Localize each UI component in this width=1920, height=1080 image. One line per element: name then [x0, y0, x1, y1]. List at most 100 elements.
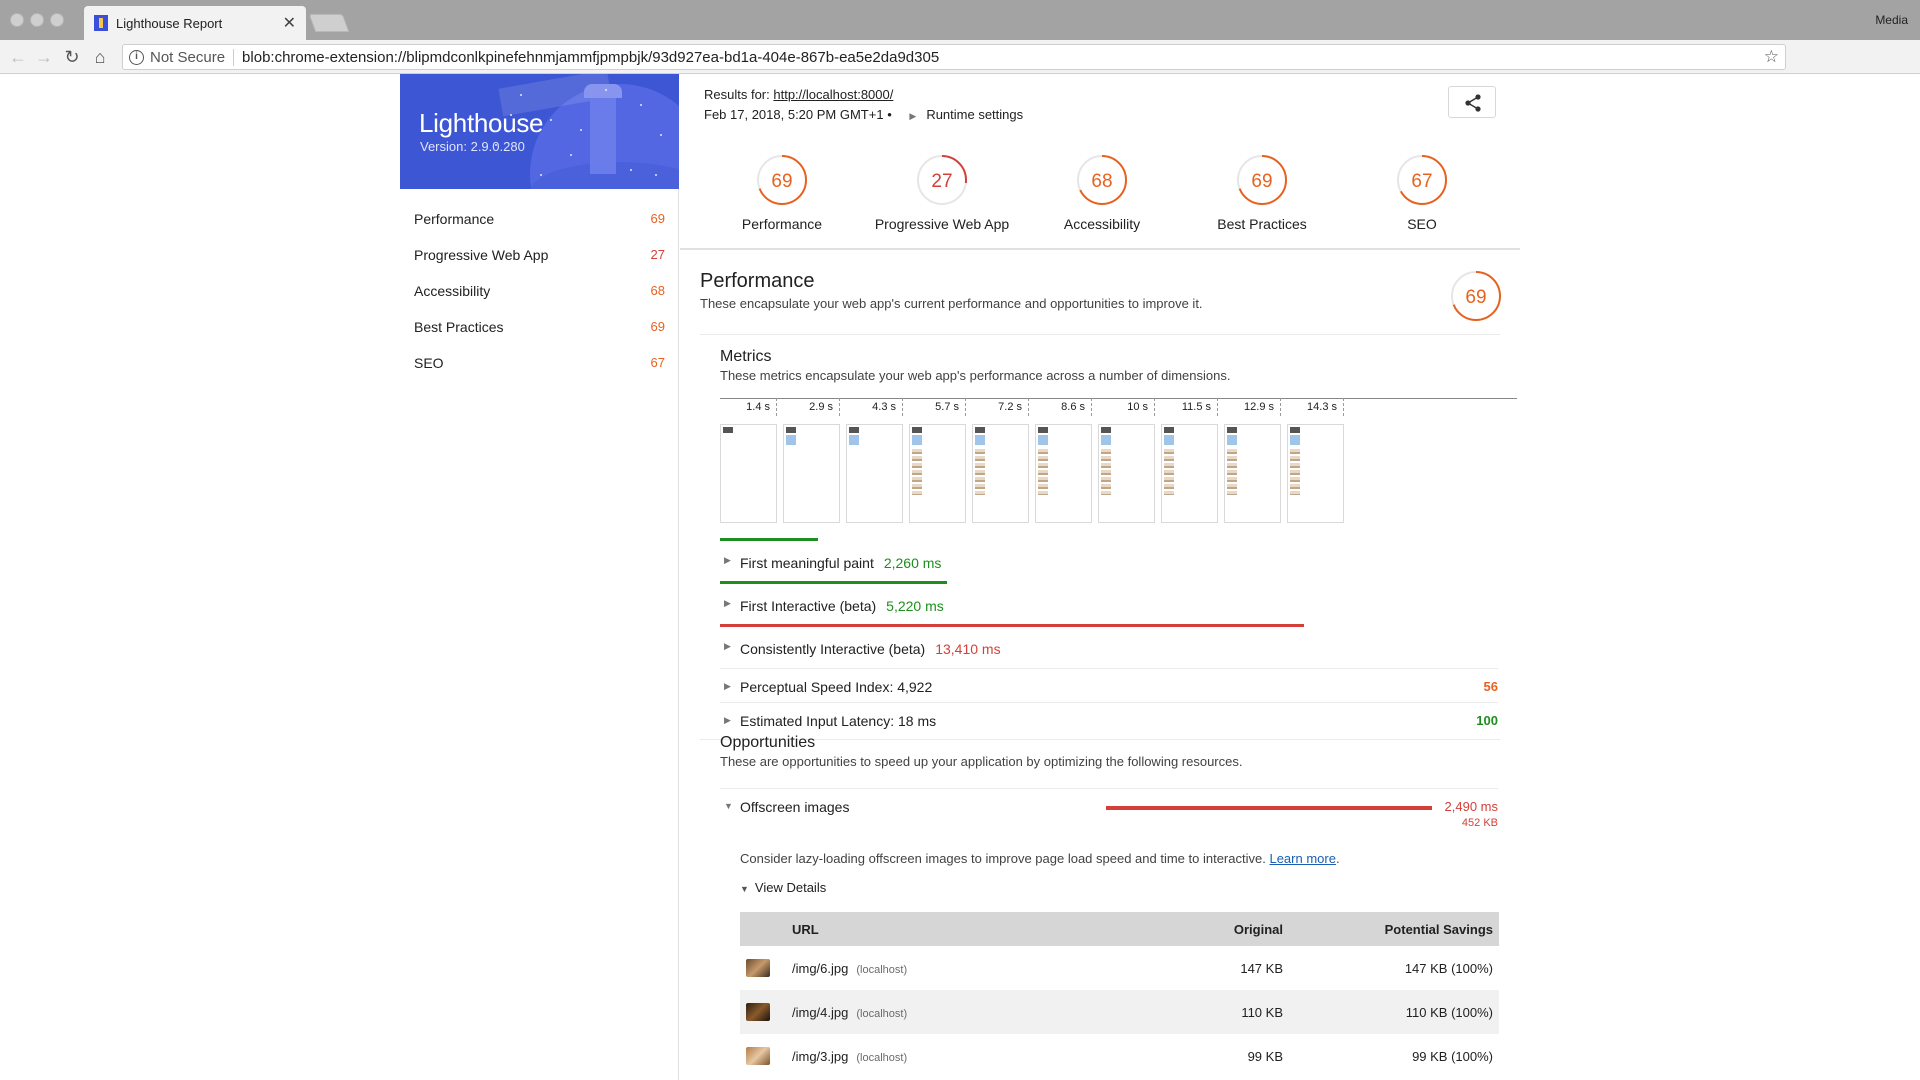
metric-label: Perceptual Speed Index: 4,922	[740, 679, 933, 695]
score-gauge-icon: 68	[1077, 155, 1127, 205]
bookmark-star-icon[interactable]: ☆	[1764, 47, 1779, 67]
nav-item-label: Progressive Web App	[414, 247, 549, 263]
score-gauge-icon: 69	[757, 155, 807, 205]
gauge-performance[interactable]: 69 Performance	[702, 152, 862, 232]
row-url[interactable]: /img/4.jpg	[792, 1005, 848, 1020]
nav-item-label: SEO	[414, 355, 444, 371]
browser-toolbar: ← → ↻ ⌂ i Not Secure blob:chrome-extensi…	[0, 40, 1920, 104]
report-meta: Results for: http://localhost:8000/ Feb …	[704, 85, 1023, 126]
row-savings: 99 KB (100%)	[1412, 1048, 1493, 1064]
row-url[interactable]: /img/3.jpg	[792, 1049, 848, 1064]
home-icon[interactable]: ⌂	[90, 47, 110, 67]
score-gauge-icon: 27	[917, 155, 967, 205]
gauge-score: 69	[1465, 287, 1486, 308]
row-host: (localhost)	[856, 1051, 908, 1064]
gauge-seo[interactable]: 67 SEO	[1342, 152, 1502, 232]
minimize-window-button[interactable]	[30, 13, 44, 27]
collapse-triangle-icon: ▼	[740, 884, 749, 894]
profile-name[interactable]: Media	[1875, 13, 1908, 27]
gauge-score: 68	[1091, 171, 1112, 192]
opportunity-offscreen-images[interactable]: ▼ Offscreen images 2,490 ms 452 KB	[720, 788, 1498, 829]
zoom-window-button[interactable]	[50, 13, 64, 27]
opportunity-label: Offscreen images	[740, 799, 850, 815]
opportunity-ms: 2,490 ms	[1444, 799, 1498, 814]
forward-icon[interactable]: →	[34, 47, 54, 67]
image-thumbnail	[746, 1003, 770, 1021]
nav-item-seo[interactable]: SEO 67	[400, 345, 679, 381]
close-tab-icon[interactable]: ✕	[283, 13, 296, 33]
nav-item-score: 69	[650, 319, 665, 334]
gauge-score: 69	[1251, 171, 1272, 192]
url-text[interactable]: blob:chrome-extension://blipmdconlkpinef…	[242, 49, 1764, 66]
gauge-accessibility[interactable]: 68 Accessibility	[1022, 152, 1182, 232]
report-page: Lighthouse Version: 2.9.0.280 Performanc…	[0, 74, 1920, 1080]
metric-row-speed-index[interactable]: ▶ Perceptual Speed Index: 4,922 56	[720, 668, 1498, 702]
nav-item-label: Accessibility	[414, 283, 491, 299]
row-host: (localhost)	[856, 1007, 908, 1020]
expand-triangle-icon: ▶	[724, 555, 731, 565]
filmstrip-time: 4.3 s	[846, 398, 903, 416]
nav-item-best-practices[interactable]: Best Practices 69	[400, 309, 679, 345]
row-url[interactable]: /img/6.jpg	[792, 961, 848, 976]
learn-more-link[interactable]: Learn more	[1269, 851, 1335, 866]
filmstrip-frame: 14.3 s	[1287, 398, 1344, 523]
score-gauge-icon: 67	[1397, 155, 1447, 205]
new-tab-button[interactable]	[308, 14, 350, 32]
nav-item-pwa[interactable]: Progressive Web App 27	[400, 237, 679, 273]
address-bar[interactable]: i Not Secure blob:chrome-extension://bli…	[122, 44, 1786, 70]
filmstrip-time: 5.7 s	[909, 398, 966, 416]
metric-name: First Interactive (beta)	[740, 598, 877, 614]
metric-row-timeline[interactable]: ▶ First Interactive (beta) 5,220 ms	[720, 581, 1344, 623]
nav-item-score: 69	[650, 211, 665, 226]
performance-title: Performance	[700, 270, 815, 292]
filmstrip-screenshot	[909, 424, 966, 523]
gauge-pwa[interactable]: 27 Progressive Web App	[862, 152, 1022, 232]
metric-label: First Interactive (beta) 5,220 ms	[740, 598, 944, 614]
nav-item-accessibility[interactable]: Accessibility 68	[400, 273, 679, 309]
filmstrip-screenshot	[1161, 424, 1218, 523]
nav-item-score: 67	[650, 355, 665, 370]
metric-row-timeline[interactable]: ▶ Consistently Interactive (beta) 13,410 m…	[720, 624, 1344, 666]
filmstrip-screenshot	[720, 424, 777, 523]
table-row: /img/3.jpg (localhost) 99 KB 99 KB (100%)	[740, 1034, 1499, 1078]
opportunity-savings-bar	[1106, 806, 1432, 810]
row-original: 110 KB	[1169, 990, 1289, 1034]
filmstrip-frame: 10 s	[1098, 398, 1155, 523]
filmstrip-screenshot	[1224, 424, 1281, 523]
score-gauges: 69 Performance 27 Progressive Web App 68…	[680, 132, 1520, 250]
row-savings: 110 KB (100%)	[1289, 990, 1499, 1034]
back-icon[interactable]: ←	[8, 47, 28, 67]
results-url-link[interactable]: http://localhost:8000/	[773, 87, 893, 102]
metric-row-input-latency[interactable]: ▶ Estimated Input Latency: 18 ms 100	[720, 702, 1498, 736]
filmstrip-time: 11.5 s	[1161, 398, 1218, 416]
expand-triangle-icon: ▶	[724, 598, 731, 608]
gauge-score: 69	[771, 171, 792, 192]
metric-timeline-bar	[720, 624, 1304, 627]
metric-row-timeline[interactable]: ▶ First meaningful paint 2,260 ms	[720, 538, 1344, 580]
nav-item-label: Performance	[414, 211, 495, 227]
row-savings: 147 KB (100%)	[1404, 960, 1493, 976]
opportunity-help-text: Consider lazy-loading offscreen images t…	[740, 851, 1266, 866]
security-indicator[interactable]: Not Secure	[150, 48, 235, 66]
separator-bullet: •	[887, 107, 892, 122]
share-button[interactable]	[1448, 86, 1496, 118]
close-window-button[interactable]	[10, 13, 24, 27]
filmstrip-frame: 12.9 s	[1224, 398, 1281, 523]
divider	[700, 739, 1500, 740]
filmstrip-time: 2.9 s	[783, 398, 840, 416]
opportunities-description: These are opportunities to speed up your…	[720, 754, 1243, 769]
info-icon[interactable]: i	[129, 49, 144, 65]
browser-tab[interactable]: Lighthouse Report ✕	[84, 6, 306, 40]
reload-icon[interactable]: ↻	[62, 47, 82, 67]
row-original: 99 KB	[1247, 1048, 1283, 1064]
score-gauge-icon: 69	[1237, 155, 1287, 205]
report-content: Results for: http://localhost:8000/ Feb …	[680, 74, 1520, 1080]
nav-item-performance[interactable]: Performance 69	[400, 201, 679, 237]
column-header-url: URL	[786, 912, 1169, 946]
runtime-settings-toggle[interactable]: ▶ Runtime settings	[909, 107, 1023, 122]
view-details-toggle[interactable]: ▼ View Details	[740, 880, 826, 895]
gauge-best-practices[interactable]: 69 Best Practices	[1182, 152, 1342, 232]
metrics-description: These metrics encapsulate your web app's…	[720, 368, 1231, 383]
filmstrip-screenshot	[1287, 424, 1344, 523]
expand-triangle-icon: ▶	[724, 715, 731, 725]
